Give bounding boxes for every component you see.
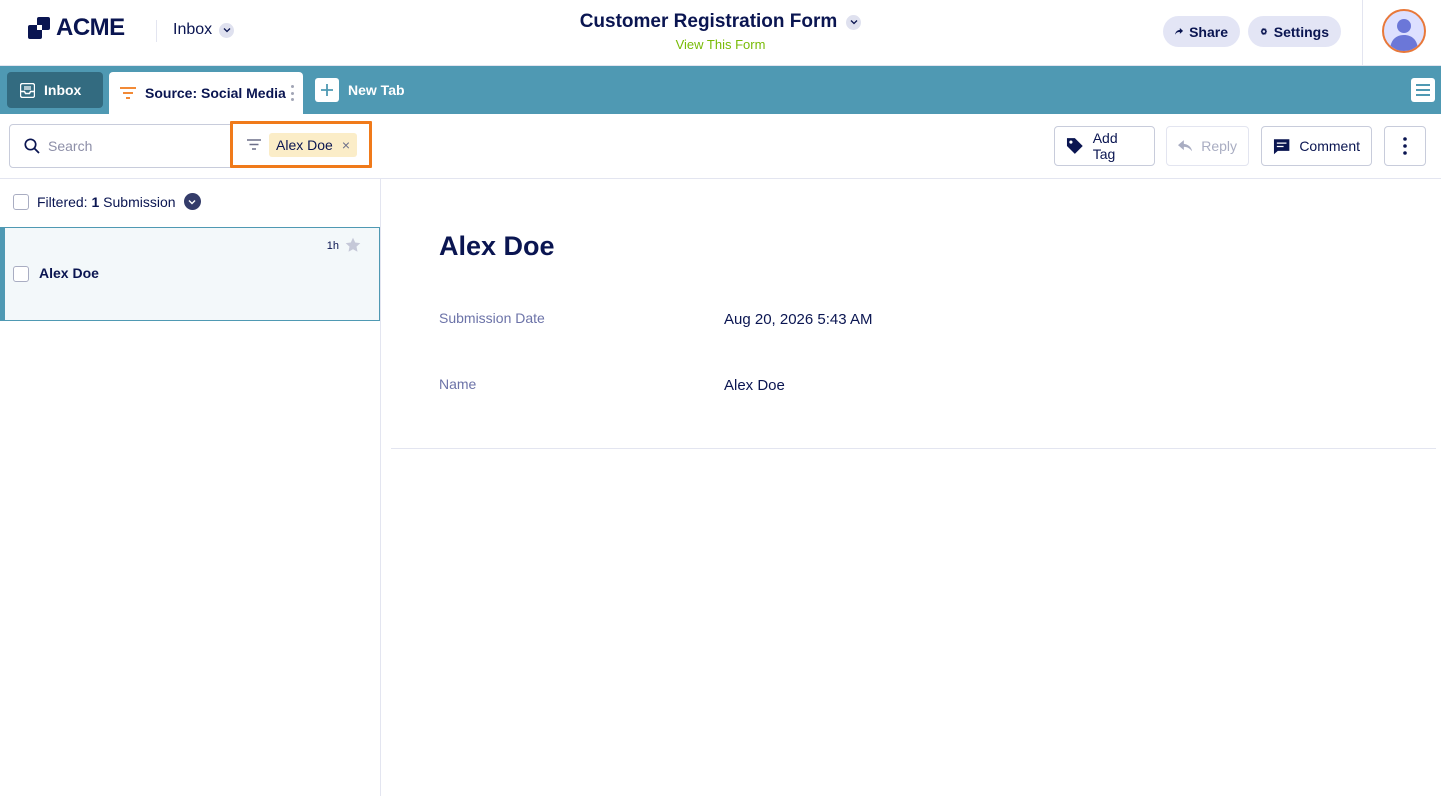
reply-label: Reply	[1201, 138, 1237, 154]
menu-icon[interactable]	[1411, 78, 1435, 102]
submission-time: 1h	[326, 240, 339, 252]
top-bar: ACME Inbox Customer Registration Form Vi…	[0, 0, 1441, 66]
detail-title: Alex Doe	[439, 231, 555, 261]
form-title-text: Customer Registration Form	[579, 11, 838, 32]
tab-options-icon[interactable]	[291, 85, 295, 101]
comment-label: Comment	[1299, 138, 1360, 154]
gear-icon	[1260, 27, 1268, 36]
chevron-down-icon[interactable]	[183, 193, 201, 210]
filtered-text: Filtered: 1 Submission	[37, 194, 176, 210]
filter-highlight: Alex Doe ×	[230, 121, 372, 168]
field-value-submission-date: Aug 20, 2026 5:43 AM	[724, 311, 873, 328]
add-tag-button[interactable]: Add Tag	[1054, 126, 1155, 166]
settings-button[interactable]: Settings	[1248, 16, 1341, 47]
filter-icon	[247, 139, 261, 150]
search-icon	[24, 138, 40, 154]
tab-inbox[interactable]: Inbox	[7, 72, 103, 108]
share-label: Share	[1189, 23, 1228, 40]
submission-name: Alex Doe	[39, 265, 99, 281]
detail-divider	[391, 448, 1436, 449]
toolbar: Alex Doe × Add Tag Reply Comment	[0, 114, 1441, 179]
settings-label: Settings	[1273, 23, 1329, 40]
tag-icon	[1066, 138, 1083, 154]
close-icon[interactable]: ×	[342, 137, 350, 153]
avatar[interactable]	[1382, 9, 1426, 53]
tab-source-social-media[interactable]: Source: Social Media	[109, 72, 303, 114]
tab-inbox-label: Inbox	[44, 82, 82, 98]
add-tag-label: Add Tag	[1092, 130, 1118, 162]
more-options-button[interactable]	[1384, 126, 1426, 166]
field-label-submission-date: Submission Date	[439, 310, 545, 326]
inbox-icon	[20, 82, 35, 98]
filter-icon	[120, 87, 136, 99]
tab-bar: Inbox Source: Social Media New Tab	[0, 66, 1441, 114]
filtered-suffix: Submission	[103, 193, 176, 210]
select-all-checkbox[interactable]	[13, 193, 29, 210]
list-item[interactable]: 1h Alex Doe	[0, 227, 380, 321]
submission-detail: Alex Doe Submission Date Aug 20, 2026 5:…	[381, 179, 1441, 796]
kebab-menu-icon	[1403, 137, 1407, 155]
field-value-name: Alex Doe	[724, 377, 785, 394]
reply-icon	[1178, 140, 1193, 152]
form-title[interactable]: Customer Registration Form	[580, 11, 862, 33]
filter-chip[interactable]: Alex Doe ×	[269, 133, 357, 157]
filtered-summary: Filtered: 1 Submission	[13, 193, 201, 210]
new-tab-button[interactable]: New Tab	[315, 78, 405, 102]
submission-checkbox[interactable]	[13, 266, 29, 282]
user-avatar-icon	[1390, 19, 1418, 51]
comment-button[interactable]: Comment	[1261, 126, 1372, 166]
share-button[interactable]: Share	[1163, 16, 1240, 47]
filter-chip-label: Alex Doe	[276, 137, 333, 153]
plus-icon	[315, 78, 339, 102]
new-tab-label: New Tab	[348, 82, 405, 98]
share-icon	[1175, 27, 1184, 35]
submission-list: Filtered: 1 Submission 1h Alex Doe	[0, 179, 381, 796]
search-input[interactable]	[48, 136, 228, 156]
reply-button[interactable]: Reply	[1166, 126, 1249, 166]
comment-icon	[1273, 138, 1290, 154]
filtered-count: 1	[91, 193, 100, 210]
chevron-down-icon	[219, 22, 235, 38]
star-icon[interactable]	[345, 237, 361, 253]
header-divider	[1362, 0, 1363, 66]
chevron-down-icon	[846, 14, 862, 30]
tab-source-label: Source: Social Media	[145, 85, 286, 101]
filtered-prefix: Filtered:	[37, 193, 88, 210]
field-label-name: Name	[439, 376, 477, 392]
